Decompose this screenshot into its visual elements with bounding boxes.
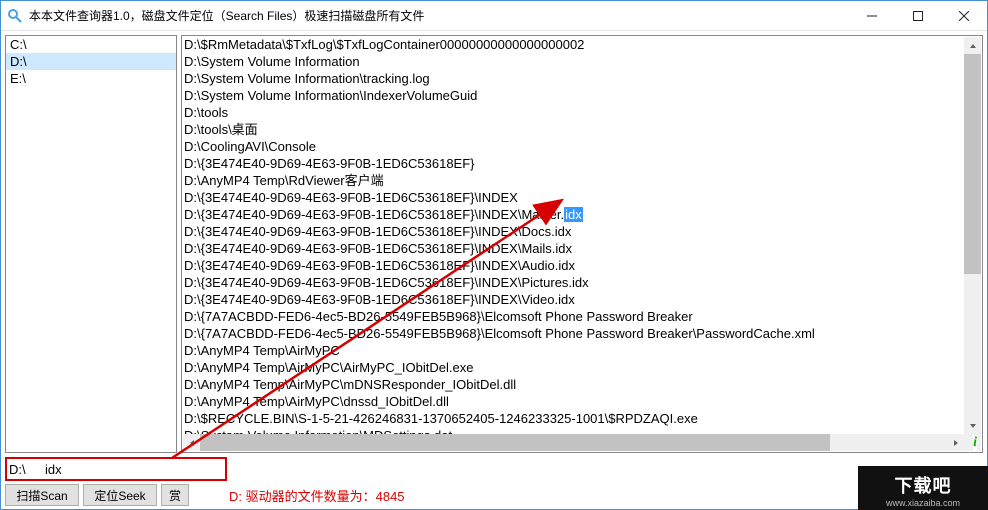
info-icon[interactable]: i — [973, 435, 977, 451]
result-line[interactable]: D:\{7A7ACBDD-FED6-4ec5-BD26-5549FEB5B968… — [184, 308, 965, 325]
drive-item[interactable]: D:\ — [6, 53, 176, 70]
result-line[interactable]: D:\System Volume Information — [184, 53, 965, 70]
result-line[interactable]: D:\$RmMetadata\$TxfLog\$TxfLogContainer0… — [184, 36, 965, 53]
drives-list[interactable]: C:\D:\E:\ — [5, 35, 177, 453]
scan-button[interactable]: 扫描Scan — [5, 484, 79, 506]
drive-item[interactable]: E:\ — [6, 70, 176, 87]
results-panel: D:\$RmMetadata\$TxfLog\$TxfLogContainer0… — [181, 35, 983, 453]
result-line[interactable]: D:\AnyMP4 Temp\AirMyPC — [184, 342, 965, 359]
result-line[interactable]: D:\System Volume Information\tracking.lo… — [184, 70, 965, 87]
hscroll-track[interactable] — [200, 434, 947, 451]
vertical-scrollbar[interactable] — [964, 37, 981, 434]
results-wrap: D:\$RmMetadata\$TxfLog\$TxfLogContainer0… — [181, 35, 983, 453]
status-text: D: 驱动器的文件数量为：4845 — [229, 486, 405, 505]
scroll-down-button[interactable] — [964, 417, 981, 434]
close-button[interactable] — [941, 1, 987, 30]
result-line[interactable]: D:\AnyMP4 Temp\AirMyPC\dnssd_IObitDel.dl… — [184, 393, 965, 410]
result-line[interactable]: D:\AnyMP4 Temp\AirMyPC\AirMyPC_IObitDel.… — [184, 359, 965, 376]
result-line[interactable]: D:\{3E474E40-9D69-4E63-9F0B-1ED6C53618EF… — [184, 291, 965, 308]
result-line[interactable]: D:\$RECYCLE.BIN\S-1-5-21-426246831-13706… — [184, 410, 965, 427]
scroll-left-button[interactable] — [183, 434, 200, 451]
result-line[interactable]: D:\{3E474E40-9D69-4E63-9F0B-1ED6C53618EF… — [184, 223, 965, 240]
search-input[interactable] — [41, 457, 227, 481]
result-line[interactable]: D:\{3E474E40-9D69-4E63-9F0B-1ED6C53618EF… — [184, 274, 965, 291]
result-line[interactable]: D:\{7A7ACBDD-FED6-4ec5-BD26-5549FEB5B968… — [184, 325, 965, 342]
result-line[interactable]: D:\{3E474E40-9D69-4E63-9F0B-1ED6C53618EF… — [184, 189, 965, 206]
window-buttons — [849, 1, 987, 30]
title-bar: 本本文件查询器1.0，磁盘文件定位（Search Files）极速扫描磁盘所有文… — [1, 1, 987, 31]
result-line[interactable]: D:\{3E474E40-9D69-4E63-9F0B-1ED6C53618EF… — [184, 257, 965, 274]
maximize-button[interactable] — [895, 1, 941, 30]
vscroll-track[interactable] — [964, 54, 981, 417]
window-title: 本本文件查询器1.0，磁盘文件定位（Search Files）极速扫描磁盘所有文… — [29, 7, 849, 24]
hscroll-thumb[interactable] — [200, 434, 830, 451]
result-line[interactable]: D:\{3E474E40-9D69-4E63-9F0B-1ED6C53618EF… — [184, 240, 965, 257]
drive-item[interactable]: C:\ — [6, 36, 176, 53]
result-line[interactable]: D:\{3E474E40-9D69-4E63-9F0B-1ED6C53618EF… — [184, 206, 965, 223]
scroll-right-button[interactable] — [947, 434, 964, 451]
result-line[interactable]: D:\tools — [184, 104, 965, 121]
vscroll-thumb[interactable] — [964, 54, 981, 274]
result-line[interactable]: D:\System Volume Information\IndexerVolu… — [184, 87, 965, 104]
result-line[interactable]: D:\AnyMP4 Temp\AirMyPC\mDNSResponder_IOb… — [184, 376, 965, 393]
result-line[interactable]: D:\AnyMP4 Temp\RdViewer客户端 — [184, 172, 965, 189]
scroll-up-button[interactable] — [964, 37, 981, 54]
result-line[interactable]: D:\CoolingAVI\Console — [184, 138, 965, 155]
reward-button[interactable]: 赏 — [161, 484, 189, 506]
result-line[interactable]: D:\tools\桌面 — [184, 121, 965, 138]
main-area: C:\D:\E:\ D:\$RmMetadata\$TxfLog\$TxfLog… — [1, 31, 987, 457]
current-drive-label: D:\ — [5, 457, 41, 481]
minimize-button[interactable] — [849, 1, 895, 30]
app-icon — [7, 8, 23, 24]
seek-button[interactable]: 定位Seek — [83, 484, 157, 506]
results-list[interactable]: D:\$RmMetadata\$TxfLog\$TxfLogContainer0… — [182, 36, 965, 435]
horizontal-scrollbar[interactable] — [183, 434, 964, 451]
bottom-bar: D:\ i 扫描Scan 定位Seek 赏 D: 驱动器的文件数量为：4845 — [1, 457, 987, 509]
result-line[interactable]: D:\{3E474E40-9D69-4E63-9F0B-1ED6C53618EF… — [184, 155, 965, 172]
